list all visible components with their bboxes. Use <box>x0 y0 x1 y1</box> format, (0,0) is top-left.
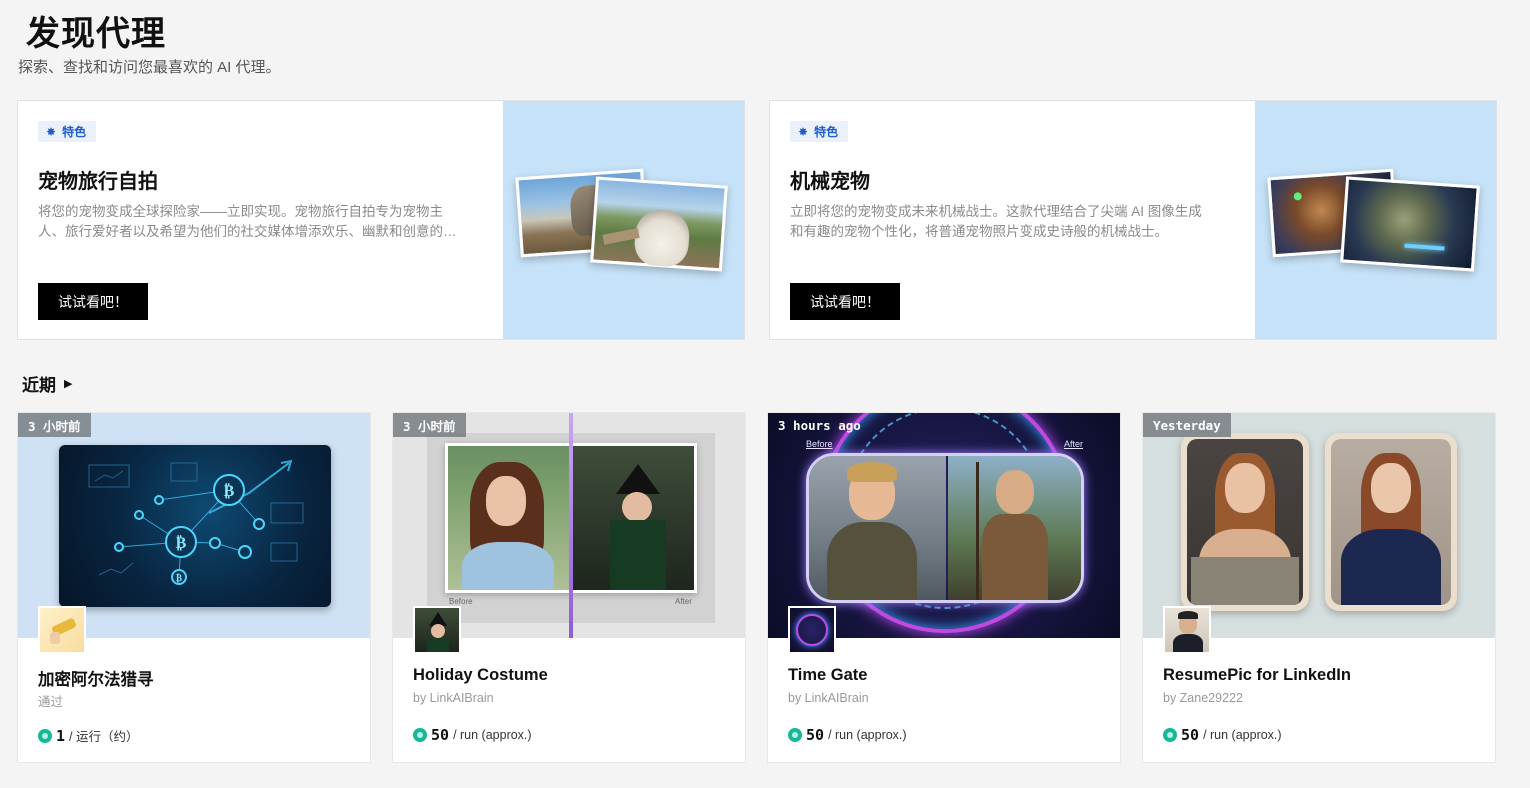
featured-title: 宠物旅行自拍 <box>38 171 158 193</box>
try-it-button[interactable]: 试试看吧！ <box>38 283 148 320</box>
price-value: 50 <box>806 726 825 744</box>
time-badge: 3 hours ago <box>778 417 861 433</box>
svg-text:₿: ₿ <box>176 533 187 552</box>
price-value: 1 <box>56 726 66 745</box>
try-it-button[interactable]: 试试看吧！ <box>790 283 900 320</box>
after-label: After <box>675 597 692 606</box>
price-unit: / 运行（约） <box>69 730 139 744</box>
recent-section-header[interactable]: 近期 ▶ <box>22 371 72 396</box>
caret-right-icon: ▶ <box>64 378 73 390</box>
price-unit: / run (approx.) <box>1203 728 1282 742</box>
agent-title: ResumePic for LinkedIn <box>1163 666 1351 684</box>
agent-price: 50 / run (approx.) <box>413 726 532 744</box>
credit-coin-icon <box>413 728 427 742</box>
time-badge: Yesterday <box>1143 413 1231 437</box>
page-subtitle: 探索、查找和访问您最喜欢的 AI 代理。 <box>18 59 281 76</box>
agent-price: 50 / run (approx.) <box>1163 726 1282 744</box>
featured-artwork <box>1255 101 1496 339</box>
agent-avatar <box>413 606 461 654</box>
agent-price: 50 / run (approx.) <box>788 726 907 744</box>
agent-price: 1 / 运行（约） <box>38 726 138 745</box>
featured-title: 机械宠物 <box>790 171 870 193</box>
svg-text:₿: ₿ <box>176 573 182 584</box>
featured-description: 立即将您的宠物变成未来机械战士。这款代理结合了尖端 AI 图像生成和有趣的宠物个… <box>790 204 1202 239</box>
time-badge: 3 小时前 <box>393 413 466 437</box>
agent-title: Holiday Costume <box>413 666 548 684</box>
agent-card-crypto-alpha-hunt[interactable]: ₿ ₿ ₿ 3 小时前 加密阿尔法猎寻 通过 1 / 运行（约） <box>17 412 371 763</box>
after-label: After <box>1064 439 1084 449</box>
credit-coin-icon <box>1163 728 1177 742</box>
before-label: Before <box>806 439 833 449</box>
agent-thumbnail: ₿ ₿ ₿ 3 小时前 <box>18 413 370 638</box>
before-label: Before <box>449 597 473 606</box>
star-icon: ✸ <box>46 124 57 139</box>
agent-title: Time Gate <box>788 666 868 684</box>
agent-thumbnail: Yesterday <box>1143 413 1495 638</box>
featured-tag: ✸ 特色 <box>38 121 97 142</box>
agent-author: by Zane29222 <box>1163 691 1243 705</box>
featured-artwork <box>503 101 744 339</box>
recent-section-title: 近期 <box>22 376 56 395</box>
agent-avatar <box>788 606 836 654</box>
time-badge: 3 小时前 <box>18 413 91 437</box>
featured-tag-label: 特色 <box>814 125 839 139</box>
agent-author: by LinkAIBrain <box>788 691 869 705</box>
photo-mech-lizard <box>1340 176 1480 272</box>
agent-card-time-gate[interactable]: Before After 3 hours ago Time Gate by Li… <box>767 412 1121 763</box>
featured-card-mech-pet[interactable]: ✸ 特色 机械宠物 立即将您的宠物变成未来机械战士。这款代理结合了尖端 AI 图… <box>769 100 1497 340</box>
svg-text:₿: ₿ <box>224 481 235 500</box>
agent-thumbnail: Before After 3 hours ago <box>768 413 1120 638</box>
featured-tag: ✸ 特色 <box>790 121 849 142</box>
agent-thumbnail: Before After 3 小时前 <box>393 413 745 638</box>
price-unit: / run (approx.) <box>828 728 907 742</box>
price-value: 50 <box>1181 726 1200 744</box>
page-title: 发现代理 <box>26 15 166 53</box>
price-value: 50 <box>431 726 450 744</box>
credit-coin-icon <box>38 728 52 743</box>
agent-avatar <box>1163 606 1211 654</box>
credit-coin-icon <box>788 728 802 742</box>
agent-card-holiday-costume[interactable]: Before After 3 小时前 Holiday Costume by Li… <box>392 412 746 763</box>
featured-description: 将您的宠物变成全球探险家——立即实现。宠物旅行自拍专为宠物主人、旅行爱好者以及希… <box>38 204 457 239</box>
agent-avatar <box>38 606 86 654</box>
price-unit: / run (approx.) <box>453 728 532 742</box>
agent-card-resumepic-linkedin[interactable]: Yesterday ResumePic for LinkedIn by Zane… <box>1142 412 1496 763</box>
agent-author: 通过 <box>38 695 64 709</box>
featured-card-pet-travel-selfie[interactable]: ✸ 特色 宠物旅行自拍 将您的宠物变成全球探险家——立即实现。宠物旅行自拍专为宠… <box>17 100 745 340</box>
photo-cat-great-wall <box>590 176 728 272</box>
star-icon: ✸ <box>798 124 809 139</box>
agent-author: by LinkAIBrain <box>413 691 494 705</box>
featured-tag-label: 特色 <box>62 125 87 139</box>
agent-title: 加密阿尔法猎寻 <box>38 671 154 689</box>
